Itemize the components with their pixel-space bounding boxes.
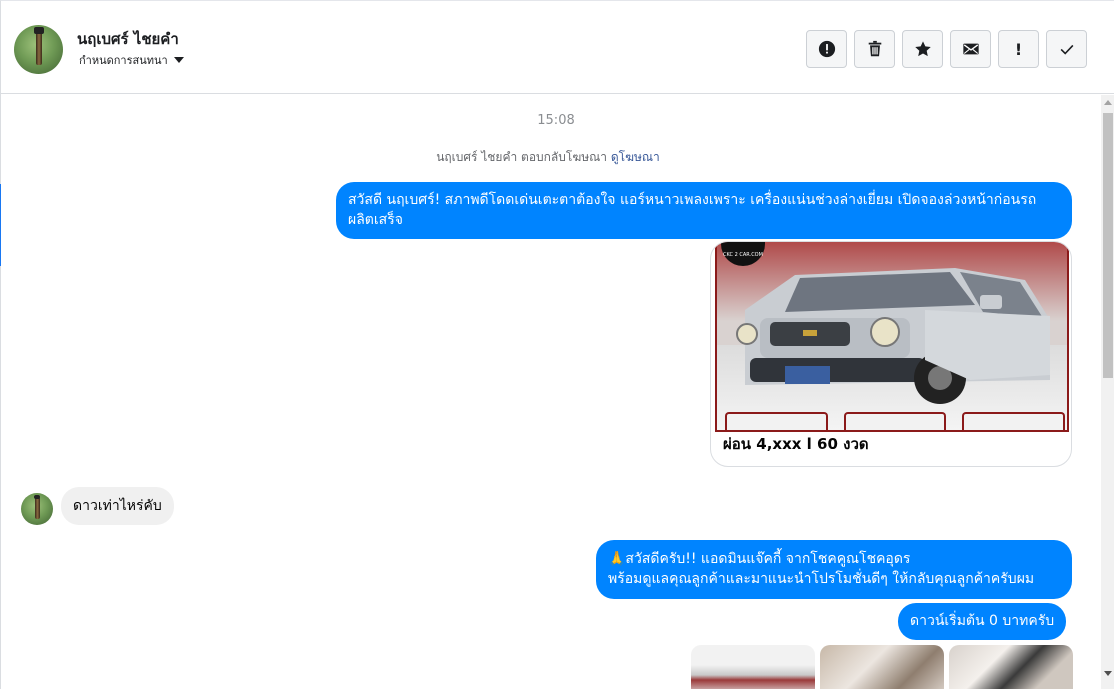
pickup-truck-image	[736, 268, 1050, 404]
star-button[interactable]	[902, 30, 943, 68]
outgoing-message[interactable]: สวัสดี นฤเบศร์! สภาพดีโดดเด่นเตะตาต้องใจ…	[336, 182, 1072, 239]
outgoing-message[interactable]: ดาวน์เริ่มต้น 0 บาทครับ	[898, 603, 1067, 640]
conversation-settings-label: กำหนดการสนทนา	[79, 54, 168, 67]
sender-avatar[interactable]	[21, 493, 53, 525]
mark-unread-button[interactable]	[950, 30, 991, 68]
ad-card[interactable]: CKC 2 CAR.COM ผ่อน 4,xxx l 60 งวด	[710, 241, 1072, 467]
scroll-down-arrow-icon[interactable]	[1104, 671, 1112, 676]
mark-done-button[interactable]	[1046, 30, 1087, 68]
trash-icon	[868, 40, 881, 57]
outgoing-message[interactable]: 🙏สวัสดีครับ!! แอดมินแจ๊คกี้ จากโชคคูณโชค…	[596, 540, 1072, 599]
messenger-app: นฤเบศร์ ไชยคำ กำหนดการสนทนา ! 15:08 นฤเบ…	[0, 0, 1114, 689]
contact-avatar[interactable]	[14, 25, 63, 74]
conversation-toolbar: !	[806, 30, 1087, 68]
message-line: 🙏สวัสดีครับ!! แอดมินแจ๊คกี้ จากโชคคูณโชค…	[608, 551, 911, 567]
alert-circle-icon	[818, 40, 835, 58]
incoming-message[interactable]: ดาวเท่าไหร่คับ	[61, 487, 174, 525]
contact-name[interactable]: นฤเบศร์ ไชยคำ	[77, 27, 179, 51]
view-ad-link[interactable]: ดูโฆษณา	[611, 150, 660, 164]
message-timestamp: 15:08	[537, 113, 575, 128]
exclamation-icon: !	[1014, 39, 1023, 59]
conversation-settings-dropdown[interactable]: กำหนดการสนทนา	[79, 51, 184, 69]
ad-card-caption: ผ่อน 4,xxx l 60 งวด	[723, 435, 869, 453]
attachment-photo[interactable]	[949, 645, 1073, 689]
ad-reply-text: นฤเบศร์ ไชยคำ ตอบกลับโฆษณา	[436, 150, 608, 164]
follow-up-button[interactable]: !	[998, 30, 1039, 68]
thumbnail-strip	[725, 412, 1066, 430]
car-photo[interactable]: CKC 2 CAR.COM	[715, 242, 1069, 432]
scroll-up-arrow-icon[interactable]	[1104, 100, 1112, 105]
check-icon	[1060, 44, 1073, 55]
star-icon	[914, 41, 931, 57]
thread-scrollbar[interactable]	[1101, 95, 1114, 689]
photo-attachments	[691, 645, 1073, 689]
ad-reply-note: นฤเบศร์ ไชยคำ ตอบกลับโฆษณา ดูโฆษณา	[1, 148, 1095, 167]
attachment-photo[interactable]	[820, 645, 944, 689]
attachment-photo[interactable]	[691, 645, 815, 689]
delete-button[interactable]	[854, 30, 895, 68]
scrollbar-thumb[interactable]	[1103, 113, 1113, 378]
envelope-icon	[962, 43, 979, 55]
conversation-header: นฤเบศร์ ไชยคำ กำหนดการสนทนา !	[1, 1, 1114, 94]
message-line: พร้อมดูแลคุณลูกค้าและมาแนะนำโปรโมชั่นดีๆ…	[608, 571, 1035, 587]
caret-down-icon	[173, 57, 184, 63]
mark-spam-button[interactable]	[806, 30, 847, 68]
message-thread[interactable]: 15:08 นฤเบศร์ ไชยคำ ตอบกลับโฆษณา ดูโฆษณา…	[1, 95, 1101, 689]
